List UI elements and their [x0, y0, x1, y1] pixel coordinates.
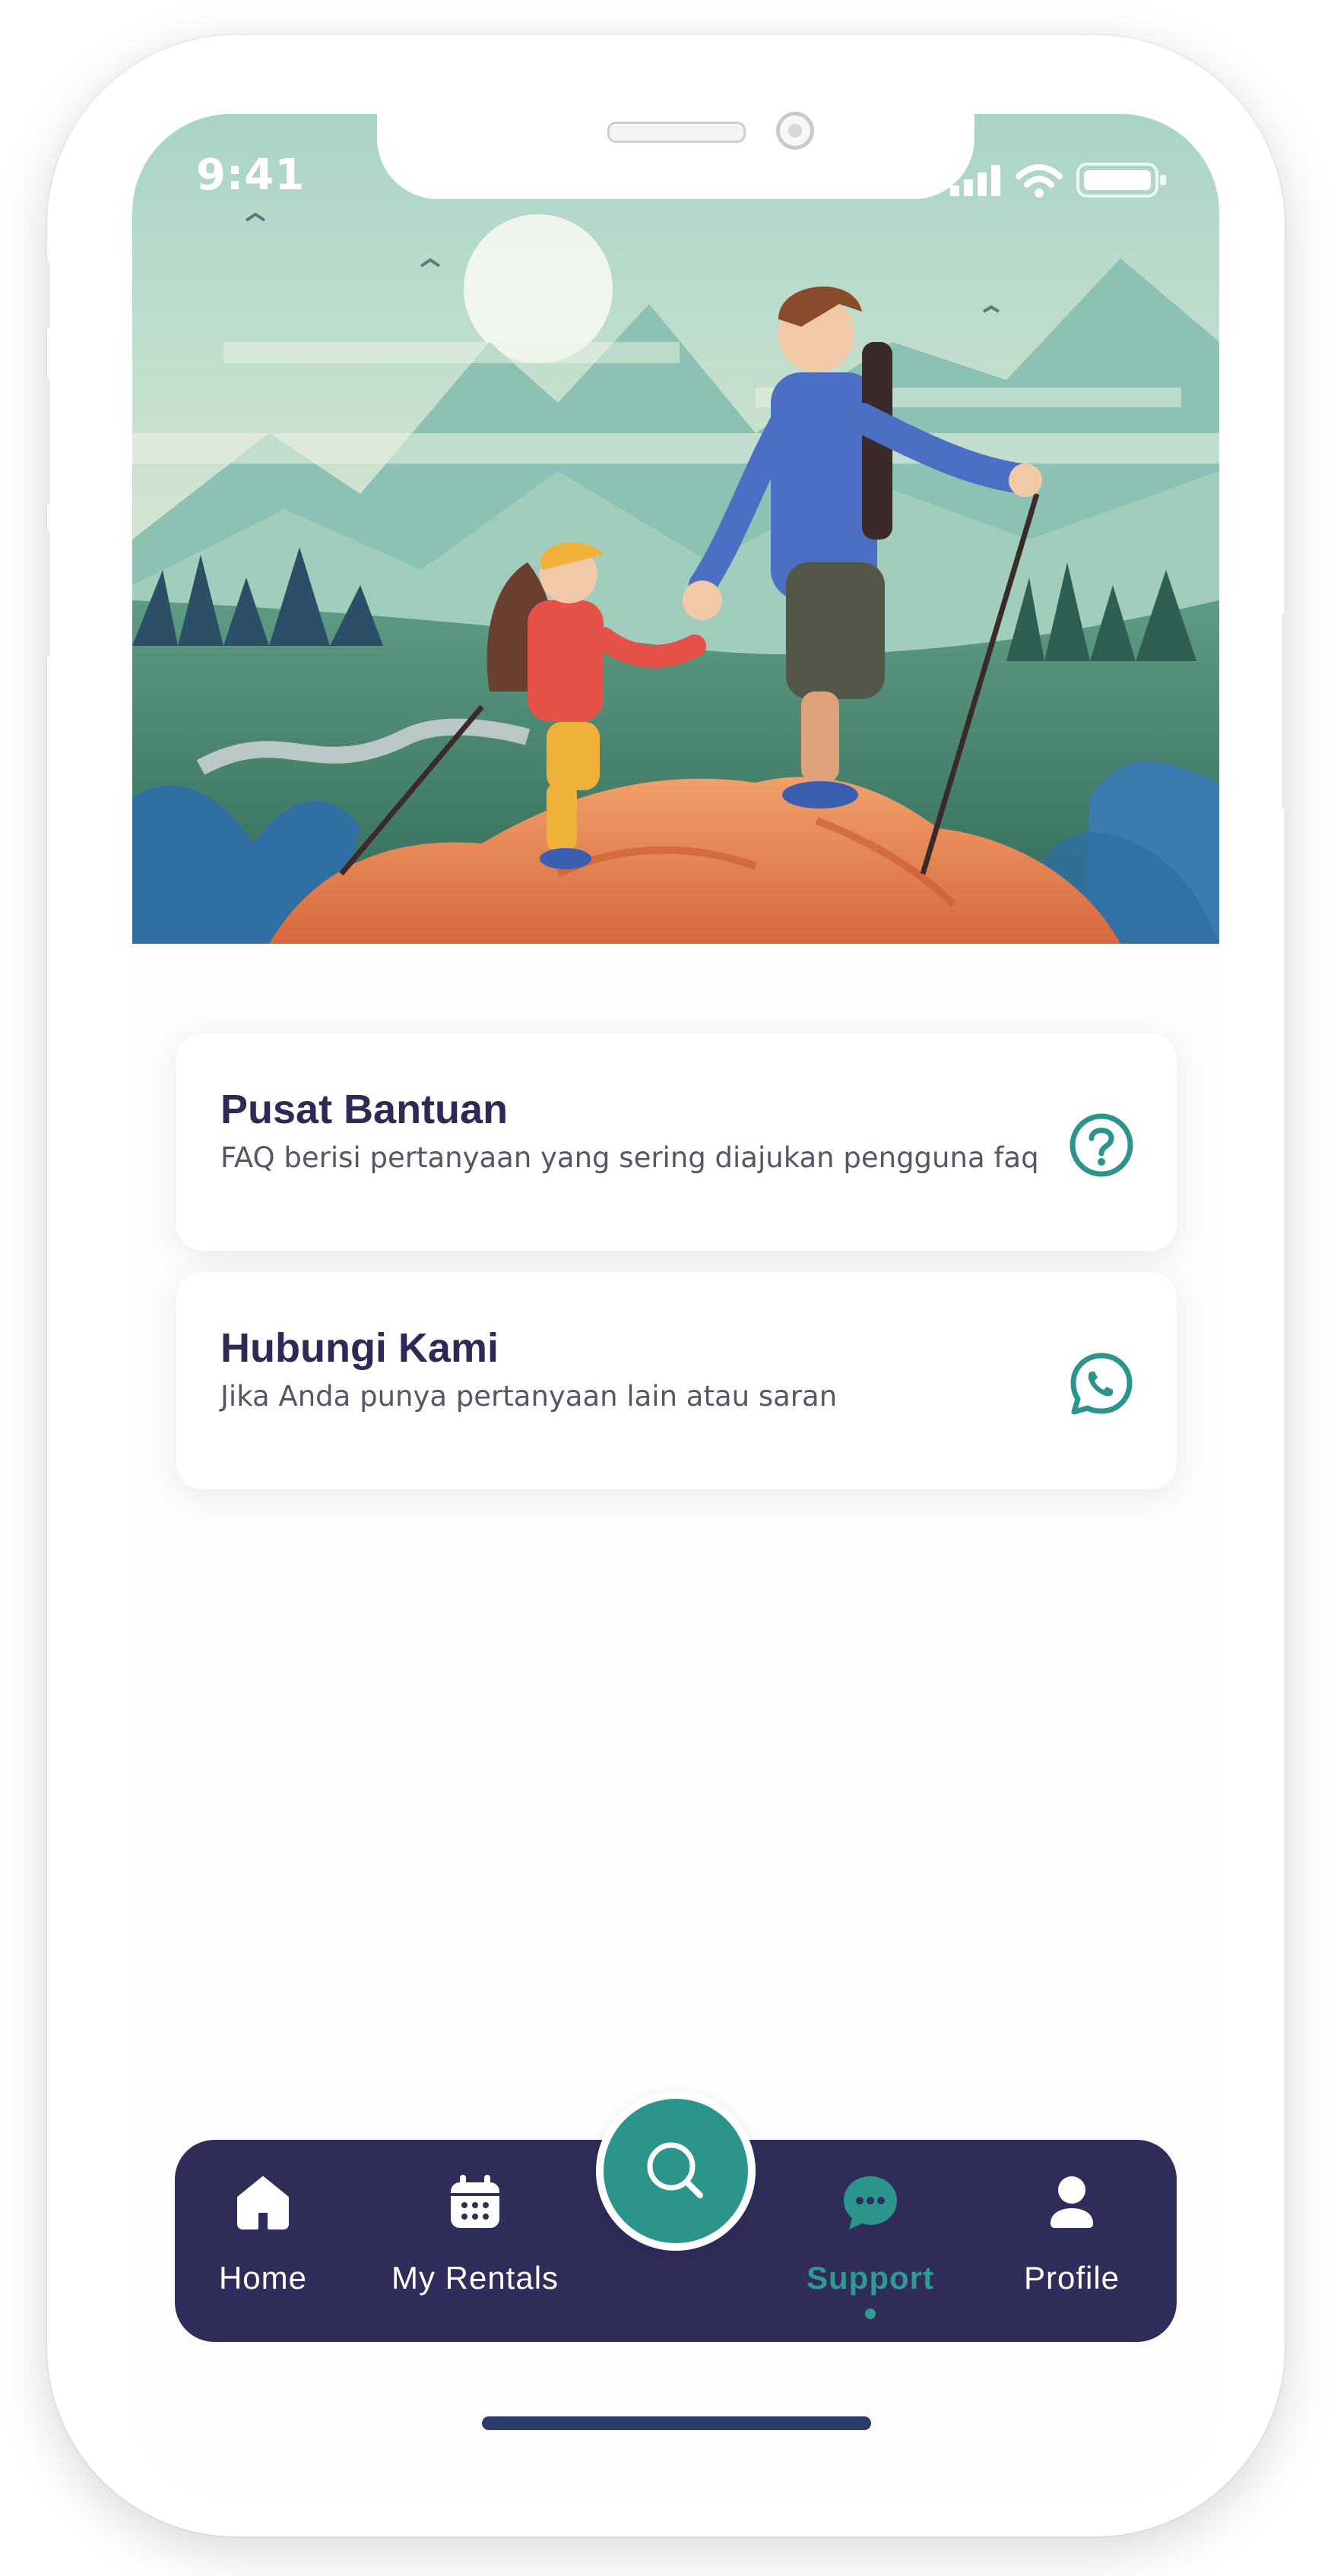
nav-item-home[interactable]: Home: [195, 2140, 331, 2342]
nav-label-home: Home: [218, 2260, 308, 2296]
nav-label-profile: Profile: [1023, 2260, 1120, 2296]
battery-icon: [1076, 163, 1166, 198]
person-icon: [1051, 2176, 1093, 2228]
help-center-title: Pusat Bantuan: [220, 1087, 509, 1132]
contact-us-description: Jika Anda punya pertanyaan lain atau sar…: [220, 1380, 838, 1413]
nav-item-my-rentals[interactable]: My Rentals: [380, 2140, 570, 2342]
home-indicator[interactable]: [482, 2416, 871, 2430]
front-camera: [776, 112, 814, 150]
active-indicator-dot: [865, 2309, 876, 2319]
cellular-signal-icon: [950, 165, 1000, 196]
hiking-illustration: [132, 114, 1219, 944]
contact-us-title: Hubungi Kami: [220, 1325, 499, 1371]
nav-item-support[interactable]: Support: [791, 2140, 950, 2342]
help-center-card[interactable]: Pusat Bantuan FAQ berisi pertanyaan yang…: [176, 1033, 1177, 1251]
chat-bubble-icon: [844, 2176, 897, 2229]
search-button[interactable]: [596, 2091, 756, 2251]
calendar-icon: [451, 2175, 499, 2228]
volume-up-button: [43, 377, 50, 506]
wifi-icon: [1016, 164, 1063, 198]
support-options-list: Pusat Bantuan FAQ berisi pertanyaan yang…: [176, 1033, 1177, 1511]
status-time: 9:41: [196, 150, 306, 200]
volume-down-button: [43, 529, 50, 658]
mute-switch: [43, 260, 50, 330]
status-icons: [950, 163, 1166, 198]
home-icon: [237, 2176, 289, 2229]
whatsapp-icon: [1070, 1353, 1133, 1415]
contact-us-card[interactable]: Hubungi Kami Jika Anda punya pertanyaan …: [176, 1272, 1177, 1489]
app-screen: 9:41 Pusat Bantuan FAQ berisi pertanyaan…: [132, 114, 1219, 2500]
power-button: [1282, 612, 1289, 810]
help-circle-icon: [1070, 1113, 1133, 1177]
nav-label-my-rentals: My Rentals: [391, 2260, 559, 2296]
device-mockup: 9:41 Pusat Bantuan FAQ berisi pertanyaan…: [0, 0, 1331, 2576]
help-center-description: FAQ berisi pertanyaan yang sering diajuk…: [220, 1141, 1039, 1174]
search-icon: [647, 2142, 703, 2198]
nav-label-support: Support: [807, 2260, 934, 2296]
earpiece-speaker: [607, 122, 746, 143]
nav-item-profile[interactable]: Profile: [1003, 2140, 1140, 2342]
